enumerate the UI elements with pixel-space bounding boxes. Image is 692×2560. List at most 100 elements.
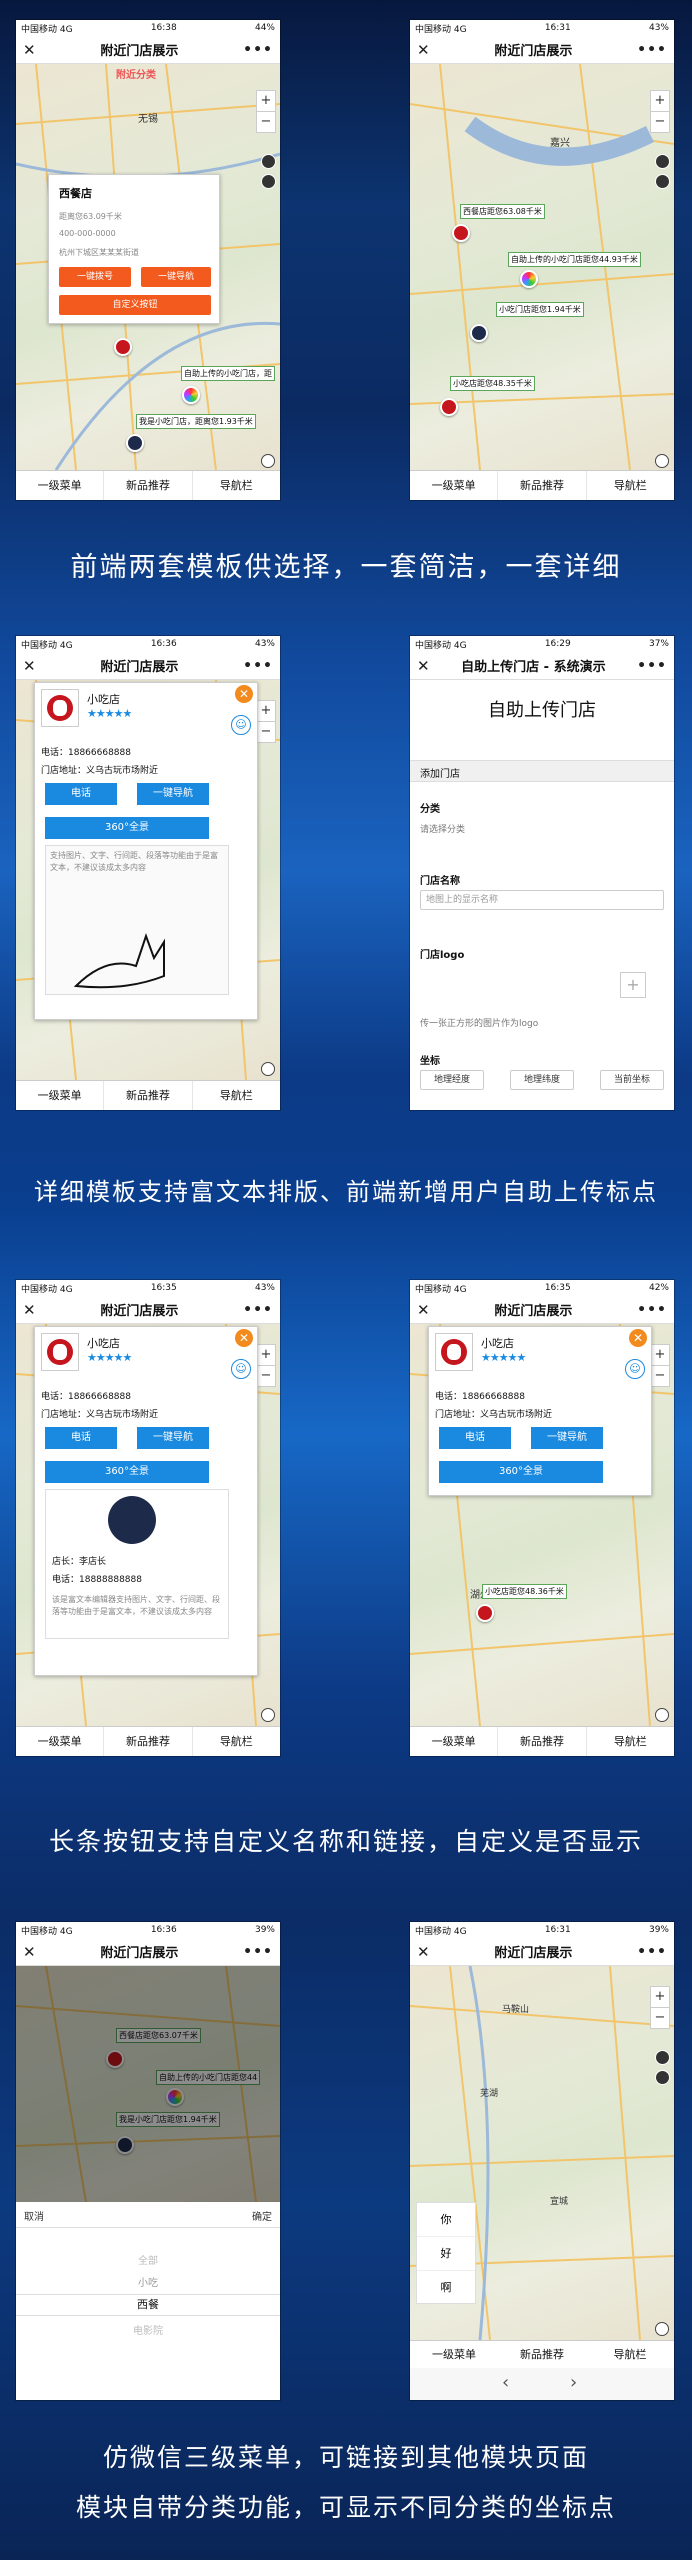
- zoom-out-button[interactable]: −: [650, 1365, 670, 1387]
- phone-button[interactable]: 电话: [45, 783, 117, 805]
- tab-nav[interactable]: 导航栏: [587, 471, 674, 500]
- close-card-icon[interactable]: ✕: [235, 685, 253, 703]
- panorama-button[interactable]: 360°全景: [45, 1461, 209, 1483]
- close-icon[interactable]: ✕: [23, 657, 36, 675]
- locate-icon[interactable]: [261, 1708, 275, 1722]
- phone-button[interactable]: 电话: [45, 1427, 117, 1449]
- tab-new[interactable]: 新品推荐: [498, 2341, 586, 2368]
- tab-nav[interactable]: 导航栏: [193, 471, 280, 500]
- call-button[interactable]: 一键拨号: [59, 267, 131, 287]
- dog-pin[interactable]: [470, 324, 488, 342]
- zoom-in-button[interactable]: +: [650, 1344, 670, 1366]
- tab-nav[interactable]: 导航栏: [586, 2341, 674, 2368]
- close-icon[interactable]: ✕: [23, 1943, 36, 1961]
- map-control-icon[interactable]: [655, 154, 670, 169]
- custom-button[interactable]: 自定义按钮: [59, 295, 211, 315]
- map-view[interactable]: + − 小吃店 ★★★★★ ✕ ☺ 电话：18866668888 门店地址：义乌…: [410, 1324, 674, 1726]
- zoom-out-button[interactable]: −: [650, 111, 670, 133]
- map-view[interactable]: + − 小吃店 ★★★★★ ✕ ☺ 电话：18866668888 门店地址：义乌…: [16, 1324, 280, 1726]
- map-control-icon[interactable]: [655, 2070, 670, 2085]
- tab-nav[interactable]: 导航栏: [193, 1727, 280, 1756]
- map-view[interactable]: 嘉兴 + − 西餐店距您63.08千米 自助上传的小吃门店距您44.93千米 小…: [410, 64, 674, 470]
- longitude-input[interactable]: 地理经度: [420, 1070, 484, 1090]
- navigate-button[interactable]: 一键导航: [137, 783, 209, 805]
- rainbow-pin[interactable]: [166, 2088, 184, 2106]
- dog-pin[interactable]: [126, 434, 144, 452]
- user-icon[interactable]: ☺: [231, 715, 251, 735]
- navigate-button[interactable]: 一键导航: [531, 1427, 603, 1449]
- close-icon[interactable]: ✕: [417, 657, 430, 675]
- more-icon[interactable]: •••: [637, 1944, 667, 1960]
- submenu-item[interactable]: 啊: [417, 2271, 475, 2305]
- phone-button[interactable]: 电话: [439, 1427, 511, 1449]
- picker-option[interactable]: 电影院: [16, 2322, 280, 2337]
- tab-new[interactable]: 新品推荐: [498, 471, 587, 500]
- map-control-icon[interactable]: [261, 154, 276, 169]
- close-card-icon[interactable]: ✕: [235, 1329, 253, 1347]
- kfc-pin[interactable]: [440, 398, 458, 416]
- locate-icon[interactable]: [261, 1062, 275, 1076]
- store-name-input[interactable]: 地图上的显示名称: [420, 890, 664, 910]
- more-icon[interactable]: •••: [243, 1944, 273, 1960]
- zoom-out-button[interactable]: −: [256, 111, 276, 133]
- close-icon[interactable]: ✕: [23, 1301, 36, 1319]
- more-icon[interactable]: •••: [243, 1302, 273, 1318]
- close-icon[interactable]: ✕: [417, 41, 430, 59]
- panorama-button[interactable]: 360°全景: [45, 817, 209, 839]
- tab-nav[interactable]: 导航栏: [193, 1081, 280, 1110]
- map-control-icon[interactable]: [655, 2050, 670, 2065]
- kfc-pin[interactable]: [476, 1604, 494, 1622]
- prev-arrow-icon[interactable]: ‹: [502, 2372, 509, 2393]
- tab-new[interactable]: 新品推荐: [104, 1727, 193, 1756]
- dog-pin[interactable]: [116, 2136, 134, 2154]
- tab-menu[interactable]: 一级菜单: [410, 2341, 498, 2368]
- tab-nav[interactable]: 导航栏: [587, 1727, 674, 1756]
- map-view[interactable]: 西餐店距您63.07千米 自助上传的小吃门店距您44 我是小吃门店距您1.94千…: [16, 1966, 280, 2202]
- locate-icon[interactable]: [655, 454, 669, 468]
- locate-icon[interactable]: [261, 454, 275, 468]
- picker-option[interactable]: 全部: [16, 2252, 280, 2267]
- close-icon[interactable]: ✕: [417, 1943, 430, 1961]
- tab-menu[interactable]: 一级菜单: [16, 1727, 105, 1756]
- kfc-pin[interactable]: [114, 338, 132, 356]
- latitude-input[interactable]: 地理纬度: [510, 1070, 574, 1090]
- tab-menu[interactable]: 一级菜单: [16, 471, 105, 500]
- more-icon[interactable]: •••: [637, 658, 667, 674]
- zoom-in-button[interactable]: +: [256, 1344, 276, 1366]
- category-select[interactable]: 请选择分类: [420, 822, 465, 835]
- zoom-in-button[interactable]: +: [650, 90, 670, 112]
- picker-cancel-button[interactable]: 取消: [24, 2208, 44, 2223]
- more-icon[interactable]: •••: [243, 658, 273, 674]
- tab-menu[interactable]: 一级菜单: [410, 1727, 499, 1756]
- current-coord-button[interactable]: 当前坐标: [600, 1070, 664, 1090]
- tab-new[interactable]: 新品推荐: [498, 1727, 587, 1756]
- map-control-icon[interactable]: [261, 174, 276, 189]
- rainbow-pin[interactable]: [520, 270, 538, 288]
- tab-new[interactable]: 新品推荐: [104, 471, 193, 500]
- user-icon[interactable]: ☺: [625, 1359, 645, 1379]
- tab-menu[interactable]: 一级菜单: [16, 1081, 105, 1110]
- kfc-pin[interactable]: [452, 224, 470, 242]
- locate-icon[interactable]: [655, 1708, 669, 1722]
- panorama-button[interactable]: 360°全景: [439, 1461, 603, 1483]
- tab-menu[interactable]: 一级菜单: [410, 471, 499, 500]
- submenu-item[interactable]: 你: [417, 2203, 475, 2237]
- map-view[interactable]: 附近分类 无锡 + − 西餐店 距离您63.09千米 400-000-0000 …: [16, 64, 280, 470]
- close-icon[interactable]: ✕: [417, 1301, 430, 1319]
- more-icon[interactable]: •••: [637, 42, 667, 58]
- tab-new[interactable]: 新品推荐: [104, 1081, 193, 1110]
- logo-upload-button[interactable]: +: [620, 972, 646, 998]
- zoom-in-button[interactable]: +: [650, 1986, 670, 2008]
- picker-confirm-button[interactable]: 确定: [252, 2208, 272, 2223]
- zoom-in-button[interactable]: +: [256, 700, 276, 722]
- user-icon[interactable]: ☺: [231, 1359, 251, 1379]
- zoom-out-button[interactable]: −: [256, 1365, 276, 1387]
- navigate-button[interactable]: 一键导航: [141, 267, 211, 287]
- picker-option-selected[interactable]: 西餐: [16, 2294, 280, 2316]
- more-icon[interactable]: •••: [243, 42, 273, 58]
- close-icon[interactable]: ✕: [23, 41, 36, 59]
- zoom-out-button[interactable]: −: [650, 2007, 670, 2029]
- zoom-out-button[interactable]: −: [256, 721, 276, 743]
- navigate-button[interactable]: 一键导航: [137, 1427, 209, 1449]
- zoom-in-button[interactable]: +: [256, 90, 276, 112]
